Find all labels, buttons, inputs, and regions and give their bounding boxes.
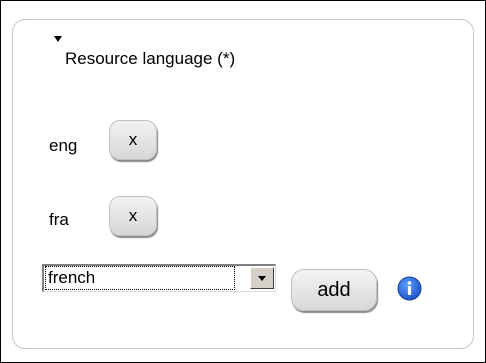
remove-fra-label: x xyxy=(128,206,138,225)
add-button-label: add xyxy=(317,278,351,301)
remove-fra-button[interactable]: x xyxy=(109,196,157,236)
window-frame: Resource language (*) eng x fra x french… xyxy=(0,0,486,363)
add-button[interactable]: add xyxy=(291,269,377,311)
section-title: Resource language (*) xyxy=(65,49,236,68)
language-select-value: french xyxy=(45,266,235,290)
collapse-triangle-icon[interactable] xyxy=(54,36,62,42)
remove-eng-label: x xyxy=(128,130,138,149)
remove-eng-button[interactable]: x xyxy=(109,120,157,160)
language-code-fra: fra xyxy=(49,210,69,229)
info-icon[interactable] xyxy=(397,276,422,301)
language-select[interactable]: french xyxy=(42,264,276,292)
language-code-eng: eng xyxy=(49,136,78,155)
chevron-down-icon xyxy=(258,275,266,281)
dropdown-arrow-button[interactable] xyxy=(250,267,274,289)
